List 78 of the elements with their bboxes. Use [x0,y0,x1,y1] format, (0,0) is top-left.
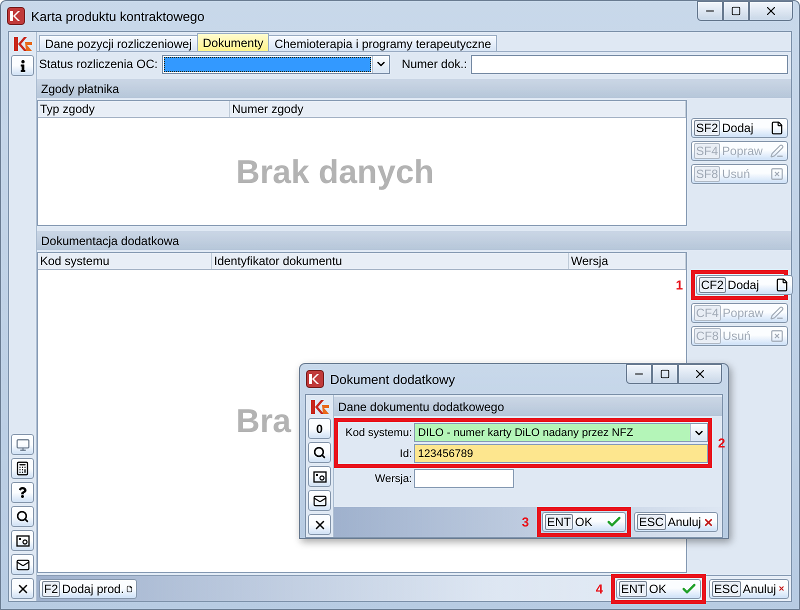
column-header[interactable]: Kod systemu [38,253,212,269]
delete-icon [770,167,784,181]
ok-button[interactable]: ENT OK [616,578,701,598]
minimize-button[interactable] [626,364,652,384]
logo-icon [12,36,32,52]
column-header[interactable]: Identyfikator dokumentu [212,253,569,269]
callout-number: 4 [596,581,603,596]
pencil-icon [770,306,784,320]
help-icon [17,487,28,498]
app-icon [7,7,25,25]
mail-button[interactable] [308,490,331,511]
maximize-button[interactable] [723,1,749,21]
photo-button[interactable] [308,466,331,487]
mail-icon [312,494,326,508]
callout-number: 3 [522,514,529,530]
column-header[interactable]: Wersja [569,253,686,269]
maximize-icon [660,369,670,379]
search-button[interactable] [11,506,34,527]
callout-number: 2 [718,436,726,450]
monitor-button[interactable] [11,434,34,455]
window-title: Karta produktu kontraktowego [31,8,206,24]
info-button[interactable] [11,55,34,76]
photo-button[interactable] [11,530,34,551]
photo-icon [312,470,326,482]
search-icon [16,510,29,523]
minimize-button[interactable] [697,1,723,21]
callout-number: 1 [676,278,683,292]
ok-button[interactable]: ENT OK [542,512,626,532]
search-button[interactable] [308,442,331,463]
close-icon [693,367,707,381]
field-label: Id: [398,448,412,460]
search-icon [313,446,326,459]
status-label: Status rozliczenia OC: [39,57,158,71]
photo-icon [16,534,30,546]
number-field[interactable] [471,54,788,74]
logo-icon [310,399,330,415]
field-label: Kod systemu: [344,426,412,438]
close-button[interactable] [678,364,722,384]
help-button[interactable] [11,482,34,503]
app-icon [306,370,324,388]
counter-button[interactable]: 0 [308,418,331,439]
close-button[interactable] [749,1,793,21]
new-file-icon [770,121,784,135]
dialog-title: Dokument dodatkowy [330,372,456,386]
column-header[interactable]: Numer zgody [230,101,686,117]
calculator-button[interactable] [11,458,34,479]
section-header: Dokumentacja dodatkowa [37,231,791,250]
add-button[interactable]: SF2 Dodaj [691,118,788,138]
maximize-icon [731,6,741,16]
number-label: Numer dok.: [402,57,468,71]
column-header[interactable]: Typ zgody [38,101,230,117]
input-field[interactable] [414,469,514,488]
add-button[interactable]: CF2 Dodaj [696,275,793,295]
calculator-icon [15,461,30,476]
tab[interactable]: Chemioterapia i programy terapeutyczne [268,35,498,51]
empty-message: Brak danych [236,152,434,190]
add-button[interactable]: F2 Dodaj prod. [39,578,137,598]
tab[interactable]: Dokumenty [196,33,270,51]
section-header: Zgody płatnika [37,79,791,98]
delete-icon [770,329,784,343]
section-header: Dane dokumentu dodatkowego [334,397,722,416]
input-field[interactable]: 123456789 [414,444,708,463]
field-label: Wersja: [374,472,412,484]
mail-icon [16,558,30,572]
close-button[interactable] [308,514,331,535]
pencil-icon [770,144,784,158]
close-button[interactable] [11,578,34,599]
maximize-button[interactable] [652,364,678,384]
dropdown-field[interactable]: DILO - numer karty DiLO nadany przez NFZ [414,423,708,442]
tab[interactable]: Dane pozycji rozliczeniowej [39,35,198,51]
empty-message: Bra [236,402,292,440]
close-icon [764,4,778,18]
status-dropdown[interactable] [162,54,390,74]
cancel-button[interactable]: ESC Anuluj [709,578,789,598]
mail-button[interactable] [11,554,34,575]
cancel-button[interactable]: ESC Anuluj [634,512,718,532]
new-file-icon [775,278,789,292]
monitor-icon [16,438,30,452]
